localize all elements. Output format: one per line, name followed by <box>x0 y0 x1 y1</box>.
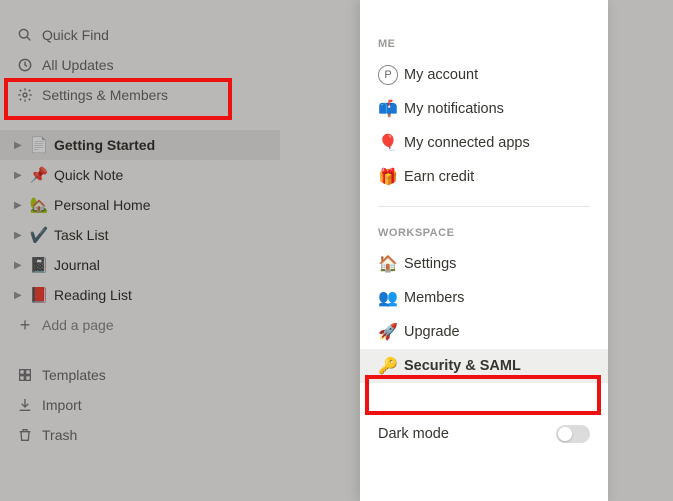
connected-apps-label: My connected apps <box>404 135 530 151</box>
earn-credit-item[interactable]: 🎁 Earn credit <box>360 160 608 194</box>
members-item[interactable]: 👥 Members <box>360 281 608 315</box>
connected-apps-item[interactable]: 🎈 My connected apps <box>360 126 608 160</box>
section-workspace-label: WORKSPACE <box>360 219 608 247</box>
key-icon: 🔑 <box>378 356 404 376</box>
gift-icon: 🎁 <box>378 167 404 187</box>
avatar-icon: P <box>378 65 404 85</box>
dark-mode-toggle[interactable] <box>556 425 590 443</box>
upgrade-item[interactable]: 🚀 Upgrade <box>360 315 608 349</box>
my-account-item[interactable]: P My account <box>360 58 608 92</box>
workspace-settings-item[interactable]: 🏠 Settings <box>360 247 608 281</box>
balloon-icon: 🎈 <box>378 133 404 153</box>
people-icon: 👥 <box>378 288 404 308</box>
workspace-settings-label: Settings <box>404 256 456 272</box>
dark-mode-row: Dark mode <box>360 411 608 443</box>
upgrade-label: Upgrade <box>404 324 460 340</box>
my-notifications-label: My notifications <box>404 101 504 117</box>
members-label: Members <box>404 290 464 306</box>
my-notifications-item[interactable]: 📫 My notifications <box>360 92 608 126</box>
divider <box>378 206 590 207</box>
house-icon: 🏠 <box>378 254 404 274</box>
dark-mode-label: Dark mode <box>378 426 449 442</box>
settings-panel: ME P My account 📫 My notifications 🎈 My … <box>360 0 608 501</box>
rocket-icon: 🚀 <box>378 322 404 342</box>
section-me-label: ME <box>360 30 608 58</box>
security-saml-item[interactable]: 🔑 Security & SAML <box>360 349 608 383</box>
mailbox-icon: 📫 <box>378 99 404 119</box>
earn-credit-label: Earn credit <box>404 169 474 185</box>
my-account-label: My account <box>404 67 478 83</box>
security-saml-label: Security & SAML <box>404 358 521 374</box>
toggle-knob <box>558 427 572 441</box>
